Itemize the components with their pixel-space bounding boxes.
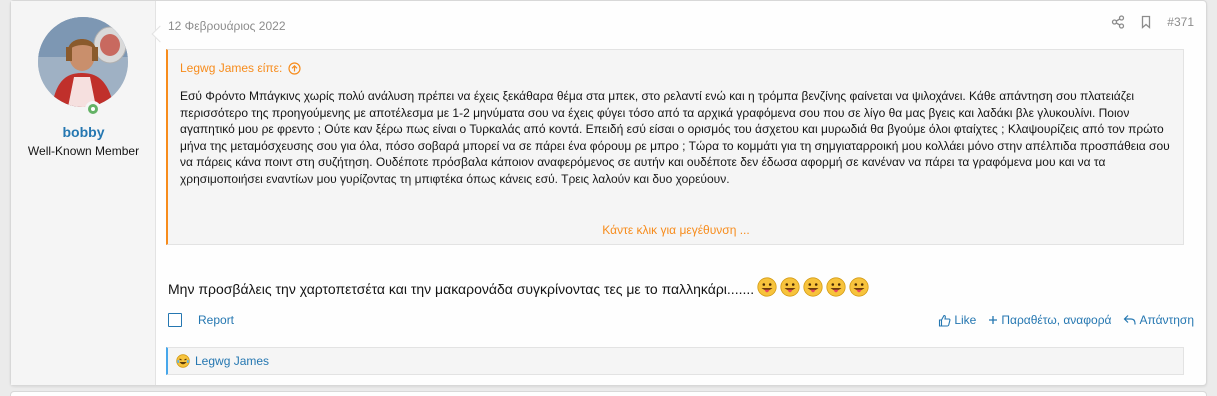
message-body: Μην προσβάλεις την χαρτοπετσέτα και την … (168, 277, 869, 300)
bookmark-icon[interactable] (1139, 15, 1153, 29)
tongue-out-emoji-icon (803, 277, 823, 297)
laugh-reaction-icon (176, 354, 190, 368)
quote-fade (170, 180, 1180, 220)
quote-expand-link[interactable]: Κάντε κλικ για μεγέθυνση ... (168, 223, 1184, 237)
reaction-user[interactable]: Legwg James (195, 354, 269, 368)
post-container: bobby Well-Known Member 12 Φεβρουάριος 2… (10, 0, 1207, 386)
user-title: Well-Known Member (27, 144, 140, 158)
avatar-photo (38, 17, 128, 107)
like-label: Like (954, 313, 977, 327)
like-button[interactable]: Like (938, 313, 976, 327)
reactions-bar[interactable]: Legwg James (166, 347, 1184, 375)
select-checkbox[interactable] (168, 313, 182, 327)
actions-right: Like Παραθέτω, αναφορά Απάντηση (938, 313, 1194, 327)
quote-author: Legwg James είπε: (180, 61, 283, 75)
report-link[interactable]: Report (198, 313, 234, 327)
tongue-out-emoji-icon (849, 277, 869, 297)
emoji-group (754, 277, 869, 300)
plus-icon (989, 316, 998, 324)
quote-label: Παραθέτω, αναφορά (1001, 313, 1112, 327)
tongue-out-emoji-icon (826, 277, 846, 297)
avatar[interactable] (38, 17, 128, 107)
post-date[interactable]: 12 Φεβρουάριος 2022 (168, 19, 286, 33)
quote-block: Legwg James είπε: Εσύ Φρόντο Μπάγκινς χω… (166, 49, 1184, 245)
reply-icon (1124, 315, 1137, 325)
arrow-up-circle-icon (288, 61, 301, 75)
actions-left: Report (168, 313, 234, 327)
thumbs-up-icon (939, 314, 951, 327)
post-meta-actions: #371 (1111, 15, 1194, 29)
message-text: Μην προσβάλεις την χαρτοπετσέτα και την … (168, 280, 755, 297)
username[interactable]: bobby (11, 124, 156, 140)
post-number[interactable]: #371 (1167, 15, 1194, 29)
tongue-out-emoji-icon (757, 277, 777, 297)
online-status-icon (85, 101, 101, 117)
quote-button[interactable]: Παραθέτω, αναφορά (988, 313, 1111, 327)
tongue-out-emoji-icon (780, 277, 800, 297)
reply-label: Απάντηση (1139, 313, 1194, 327)
quote-title[interactable]: Legwg James είπε: (180, 61, 301, 75)
share-icon[interactable] (1111, 15, 1125, 29)
user-cell: bobby Well-Known Member (11, 1, 156, 385)
next-post-container (10, 391, 1207, 396)
reply-button[interactable]: Απάντηση (1123, 313, 1194, 327)
